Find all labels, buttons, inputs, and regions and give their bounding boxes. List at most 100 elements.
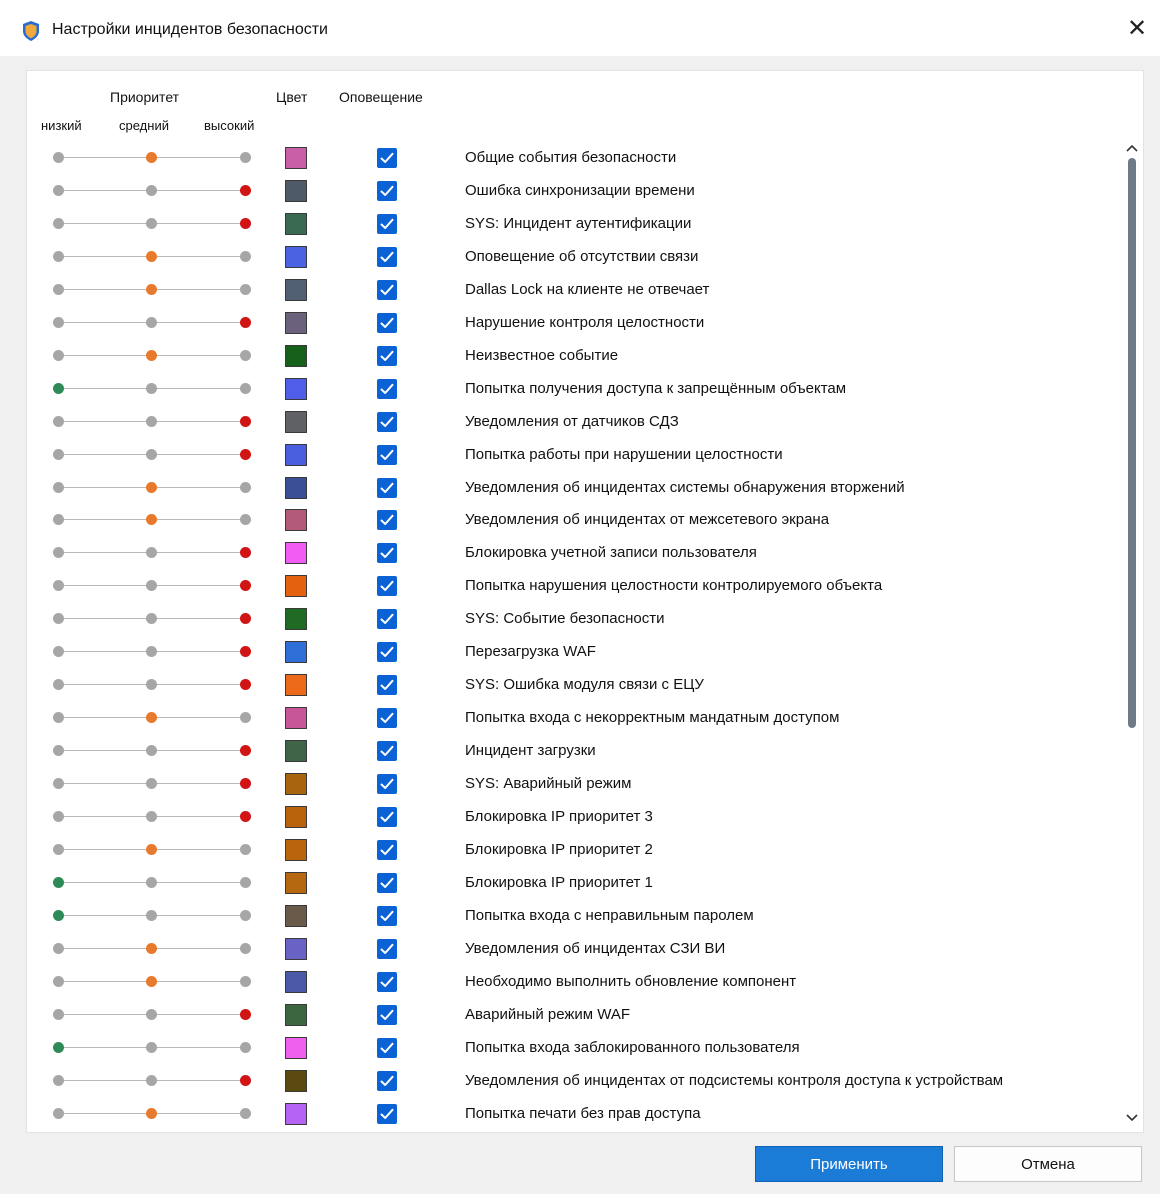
priority-slider[interactable] xyxy=(52,246,252,268)
priority-medium-dot[interactable] xyxy=(146,514,157,526)
priority-high-dot[interactable] xyxy=(240,514,251,526)
priority-high-dot[interactable] xyxy=(240,975,251,987)
notification-checkbox[interactable] xyxy=(377,444,397,465)
priority-medium-dot[interactable] xyxy=(146,316,157,328)
priority-medium-dot[interactable] xyxy=(146,349,157,361)
priority-high-dot[interactable] xyxy=(240,1041,251,1053)
color-swatch[interactable] xyxy=(285,212,307,235)
priority-medium-dot[interactable] xyxy=(146,1107,157,1119)
priority-medium-dot[interactable] xyxy=(146,745,157,757)
scroll-up-arrow-icon[interactable] xyxy=(1125,141,1139,155)
priority-medium-dot[interactable] xyxy=(146,184,157,196)
notification-checkbox[interactable] xyxy=(377,1103,397,1124)
priority-slider[interactable] xyxy=(52,378,252,400)
color-swatch[interactable] xyxy=(285,904,307,927)
notification-checkbox[interactable] xyxy=(377,872,397,893)
color-swatch[interactable] xyxy=(285,773,307,796)
priority-medium-dot[interactable] xyxy=(146,217,157,229)
priority-low-dot[interactable] xyxy=(53,613,64,625)
notification-checkbox[interactable] xyxy=(377,1070,397,1091)
notification-checkbox[interactable] xyxy=(377,839,397,860)
priority-medium-dot[interactable] xyxy=(146,909,157,921)
priority-medium-dot[interactable] xyxy=(146,843,157,855)
priority-high-dot[interactable] xyxy=(240,679,251,691)
priority-high-dot[interactable] xyxy=(240,349,251,361)
priority-medium-dot[interactable] xyxy=(146,876,157,888)
notification-checkbox[interactable] xyxy=(377,477,397,498)
color-swatch[interactable] xyxy=(285,871,307,894)
priority-slider[interactable] xyxy=(52,641,252,663)
scroll-down-arrow-icon[interactable] xyxy=(1125,1111,1139,1125)
priority-slider[interactable] xyxy=(52,773,252,795)
priority-slider[interactable] xyxy=(52,872,252,894)
priority-low-dot[interactable] xyxy=(53,811,64,822)
color-swatch[interactable] xyxy=(285,937,307,960)
color-swatch[interactable] xyxy=(285,410,307,433)
priority-slider[interactable] xyxy=(52,542,252,564)
priority-medium-dot[interactable] xyxy=(146,250,157,262)
priority-slider[interactable] xyxy=(52,971,252,993)
priority-medium-dot[interactable] xyxy=(146,679,157,691)
priority-high-dot[interactable] xyxy=(240,152,251,163)
priority-high-dot[interactable] xyxy=(240,250,251,262)
notification-checkbox[interactable] xyxy=(377,807,397,827)
notification-checkbox[interactable] xyxy=(377,312,397,333)
priority-slider[interactable] xyxy=(52,575,252,597)
priority-medium-dot[interactable] xyxy=(146,448,157,460)
priority-low-dot[interactable] xyxy=(53,1074,64,1086)
priority-medium-dot[interactable] xyxy=(146,811,157,822)
color-swatch[interactable] xyxy=(285,641,307,664)
color-swatch[interactable] xyxy=(285,344,307,367)
color-swatch[interactable] xyxy=(285,147,307,169)
priority-slider[interactable] xyxy=(52,938,252,960)
priority-low-dot[interactable] xyxy=(53,876,64,888)
priority-medium-dot[interactable] xyxy=(146,152,157,163)
apply-button[interactable]: Применить xyxy=(755,1146,943,1182)
color-swatch[interactable] xyxy=(285,476,307,499)
color-swatch[interactable] xyxy=(285,542,307,565)
priority-slider[interactable] xyxy=(52,477,252,499)
notification-checkbox[interactable] xyxy=(377,675,397,696)
notification-checkbox[interactable] xyxy=(377,1004,397,1025)
color-swatch[interactable] xyxy=(285,740,307,763)
priority-medium-dot[interactable] xyxy=(146,942,157,954)
priority-slider[interactable] xyxy=(52,411,252,433)
priority-slider[interactable] xyxy=(52,312,252,334)
priority-slider[interactable] xyxy=(52,1004,252,1026)
notification-checkbox[interactable] xyxy=(377,576,397,597)
notification-checkbox[interactable] xyxy=(377,971,397,992)
color-swatch[interactable] xyxy=(285,1036,307,1059)
color-swatch[interactable] xyxy=(285,377,307,400)
priority-medium-dot[interactable] xyxy=(146,481,157,493)
priority-slider[interactable] xyxy=(52,740,252,762)
notification-checkbox[interactable] xyxy=(377,1037,397,1058)
priority-low-dot[interactable] xyxy=(53,250,64,262)
priority-low-dot[interactable] xyxy=(53,514,64,526)
color-swatch[interactable] xyxy=(285,674,307,697)
priority-high-dot[interactable] xyxy=(240,811,251,822)
priority-high-dot[interactable] xyxy=(240,283,251,295)
notification-checkbox[interactable] xyxy=(377,180,397,201)
priority-slider[interactable] xyxy=(52,345,252,367)
priority-low-dot[interactable] xyxy=(53,646,64,658)
priority-slider[interactable] xyxy=(52,180,252,202)
color-swatch[interactable] xyxy=(285,509,307,532)
priority-medium-dot[interactable] xyxy=(146,1008,157,1020)
priority-medium-dot[interactable] xyxy=(146,646,157,658)
priority-medium-dot[interactable] xyxy=(146,778,157,790)
priority-low-dot[interactable] xyxy=(53,184,64,196)
color-swatch[interactable] xyxy=(285,806,307,828)
priority-high-dot[interactable] xyxy=(240,217,251,229)
priority-low-dot[interactable] xyxy=(53,152,64,163)
priority-high-dot[interactable] xyxy=(240,580,251,592)
priority-high-dot[interactable] xyxy=(240,876,251,888)
color-swatch[interactable] xyxy=(285,608,307,631)
priority-slider[interactable] xyxy=(52,1037,252,1059)
priority-medium-dot[interactable] xyxy=(146,1041,157,1053)
priority-low-dot[interactable] xyxy=(53,415,64,427)
priority-medium-dot[interactable] xyxy=(146,547,157,559)
notification-checkbox[interactable] xyxy=(377,642,397,663)
notification-checkbox[interactable] xyxy=(377,411,397,432)
priority-low-dot[interactable] xyxy=(53,778,64,790)
priority-slider[interactable] xyxy=(52,608,252,630)
